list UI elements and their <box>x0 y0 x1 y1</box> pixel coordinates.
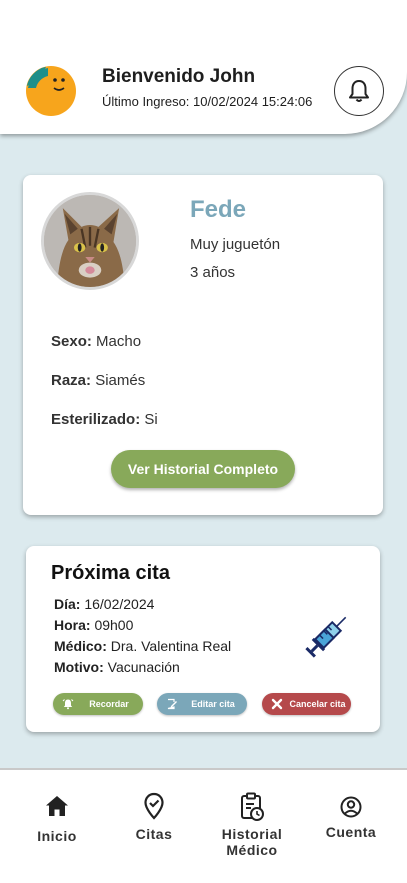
location-check-icon <box>144 792 164 820</box>
appointment-value: 16/02/2024 <box>84 596 155 612</box>
last-login-text: Último Ingreso: 10/02/2024 15:24:06 <box>102 94 313 109</box>
alarm-bell-icon <box>57 698 79 710</box>
view-full-history-button[interactable]: Ver Historial Completo <box>111 450 295 488</box>
notifications-button[interactable] <box>334 66 384 116</box>
pet-name: Fede <box>190 196 247 223</box>
nav-item-citas[interactable]: Citas <box>130 792 178 842</box>
account-icon <box>340 796 362 818</box>
nav-label: Historial Médico <box>221 826 283 858</box>
field-label: Esterilizado: <box>51 411 141 428</box>
edit-icon <box>161 698 183 710</box>
nav-label: Citas <box>135 826 173 842</box>
pet-description: Muy juguetón <box>190 236 281 253</box>
app-logo <box>26 66 76 116</box>
appointment-label: Día: <box>54 596 81 612</box>
appointment-title: Próxima cita <box>51 562 170 584</box>
nav-item-cuenta[interactable]: Cuenta <box>318 796 384 840</box>
pet-field-breed: Raza: Siamés <box>51 372 145 389</box>
appointment-day: Día: 16/02/2024 <box>54 596 154 612</box>
pet-field-sex: Sexo: Macho <box>51 333 141 350</box>
cat-photo <box>44 195 136 287</box>
appointment-value: 09h00 <box>94 617 134 633</box>
appointment-value: Dra. Valentina Real <box>110 638 232 654</box>
nav-item-historial-medico[interactable]: Historial Médico <box>213 792 291 858</box>
appointment-doctor: Médico: Dra. Valentina Real <box>54 638 231 654</box>
appointment-label: Hora: <box>54 617 91 633</box>
appointment-reason: Motivo: Vacunación <box>54 659 180 675</box>
pet-avatar <box>41 192 139 290</box>
pet-age: 3 años <box>190 264 236 281</box>
appointment-time: Hora: 09h00 <box>54 617 133 633</box>
bottom-nav: Inicio Citas Historial Médico Cuenta <box>0 768 407 883</box>
cancel-label: Cancelar cita <box>289 699 346 709</box>
next-appointment-card: Próxima cita Día: 16/02/2024 Hora: 09h00… <box>26 546 380 732</box>
bell-icon <box>349 80 369 102</box>
cancel-appointment-button[interactable]: Cancelar cita <box>262 693 351 715</box>
edit-appointment-button[interactable]: Editar cita <box>157 693 247 715</box>
field-label: Raza: <box>51 372 92 389</box>
field-value: Macho <box>96 333 142 350</box>
nav-item-inicio[interactable]: Inicio <box>33 794 81 844</box>
clipboard-clock-icon <box>241 792 264 821</box>
field-value: Siamés <box>95 372 146 389</box>
edit-label: Editar cita <box>191 699 235 709</box>
app-header: Bienvenido John Último Ingreso: 10/02/20… <box>0 0 407 134</box>
field-label: Sexo: <box>51 333 92 350</box>
field-value: Si <box>144 411 158 428</box>
syringe-icon <box>305 616 347 658</box>
nav-label: Cuenta <box>325 824 377 840</box>
remind-button[interactable]: Recordar <box>53 693 143 715</box>
welcome-title: Bienvenido John <box>102 66 256 87</box>
appointment-label: Médico: <box>54 638 107 654</box>
pet-field-sterilized: Esterilizado: Si <box>51 411 158 428</box>
appointment-label: Motivo: <box>54 659 104 675</box>
nav-label: Inicio <box>37 828 77 844</box>
home-icon <box>46 796 68 816</box>
close-icon <box>266 698 288 710</box>
remind-label: Recordar <box>89 699 129 709</box>
pet-card: Fede Muy juguetón 3 años Sexo: Macho Raz… <box>23 175 383 515</box>
appointment-value: Vacunación <box>107 659 180 675</box>
